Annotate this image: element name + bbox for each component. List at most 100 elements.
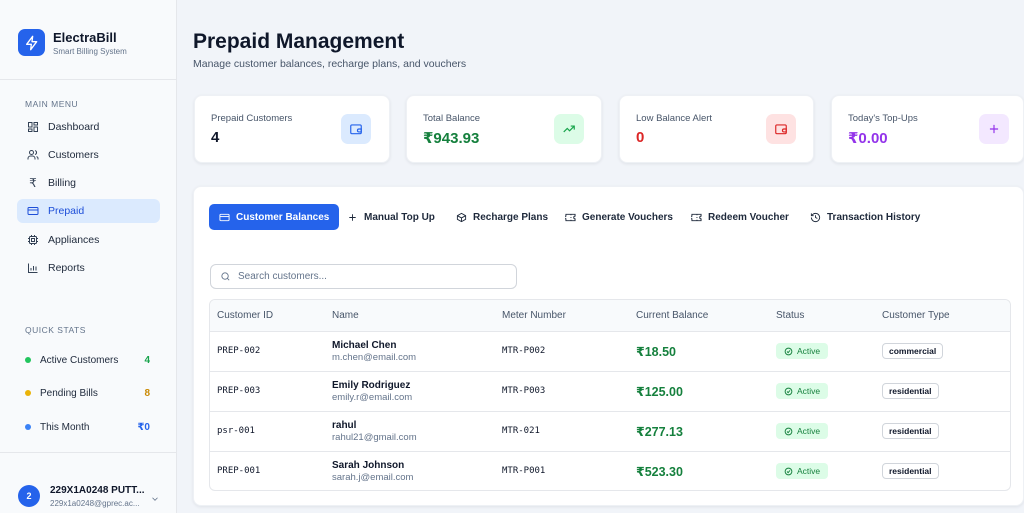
table-row[interactable]: psr-001 rahul rahul21@gmail.com MTR-021 ₹… (210, 411, 1010, 452)
tab-label: Recharge Plans (473, 211, 549, 223)
tab-redeem-voucher[interactable]: Redeem Voucher (691, 204, 789, 230)
customer-email: emily.r@email.com (332, 391, 413, 403)
sidebar: ElectraBill Smart Billing System MAIN ME… (0, 0, 177, 513)
plus-icon (979, 114, 1009, 144)
table-row[interactable]: PREP-002 Michael Chen m.chen@email.com MT… (210, 331, 1010, 372)
balance-cell: ₹277.13 (629, 411, 769, 452)
wallet-icon (766, 114, 796, 144)
stat-card-value: 4 (211, 129, 220, 146)
customer-id: PREP-002 (210, 331, 325, 372)
ticket-icon (691, 212, 702, 223)
customer-id: PREP-003 (210, 371, 325, 412)
status-badge: Active (776, 423, 829, 439)
stat-card-label: Today's Top-Ups (848, 113, 918, 124)
status-text: Active (797, 426, 821, 436)
status-dot (25, 390, 31, 396)
sidebar-item-label: Appliances (48, 234, 100, 246)
package-icon (456, 212, 467, 223)
quick-stat-value: 4 (144, 354, 150, 366)
search-box[interactable] (210, 264, 517, 289)
brand-title: ElectraBill (53, 30, 117, 45)
table-header-row: Customer ID Name Meter Number Current Ba… (210, 300, 1010, 332)
current-balance: ₹18.50 (636, 344, 676, 359)
sidebar-item-reports[interactable]: Reports (17, 256, 160, 280)
chevron-down-icon[interactable] (150, 491, 160, 509)
balance-cell: ₹523.30 (629, 451, 769, 490)
sidebar-item-label: Billing (48, 177, 77, 189)
table-row[interactable]: PREP-003 Emily Rodriguez emily.r@email.co… (210, 371, 1010, 412)
customer-type-badge: residential (882, 423, 939, 439)
quick-stat-pending-bills: Pending Bills 8 (25, 385, 150, 401)
status-badge: Active (776, 463, 829, 480)
type-cell: residential (875, 411, 1010, 452)
sidebar-item-customers[interactable]: Customers (17, 143, 160, 167)
bar-chart-icon (26, 261, 40, 275)
stat-card-label: Total Balance (423, 113, 481, 124)
quick-stat-label: Pending Bills (40, 387, 98, 399)
quick-stat-value: 8 (144, 387, 150, 399)
stat-card-value: 0 (636, 129, 645, 146)
status-badge: Active (776, 383, 829, 399)
column-header: Current Balance (629, 300, 769, 332)
tab-generate-vouchers[interactable]: Generate Vouchers (565, 204, 673, 230)
current-balance: ₹125.00 (636, 384, 683, 399)
tab-label: Customer Balances (236, 211, 330, 223)
status-badge: Active (776, 343, 829, 359)
tab-manual-top-up[interactable]: Manual Top Up (347, 204, 435, 230)
customer-name-cell: rahul rahul21@gmail.com (325, 411, 495, 452)
customer-email: sarah.j@email.com (332, 471, 414, 483)
customer-type-badge: residential (882, 463, 939, 480)
column-header: Meter Number (495, 300, 629, 332)
check-circle-icon (784, 387, 793, 396)
customer-name: rahul (332, 419, 357, 431)
sidebar-item-label: Reports (48, 262, 85, 274)
stat-card-total-balance: Total Balance ₹943.93 (406, 95, 602, 163)
current-balance: ₹523.30 (636, 464, 683, 479)
balance-cell: ₹18.50 (629, 331, 769, 372)
status-cell: Active (769, 451, 875, 490)
meter-number: MTR-P003 (495, 371, 629, 412)
status-cell: Active (769, 411, 875, 452)
stat-card-prepaid-customers: Prepaid Customers 4 (194, 95, 390, 163)
history-icon (810, 212, 821, 223)
tab-label: Redeem Voucher (708, 211, 789, 223)
lightning-bolt-icon (18, 29, 45, 56)
grid-icon (26, 120, 40, 134)
sidebar-item-prepaid[interactable]: Prepaid (17, 199, 160, 223)
status-text: Active (797, 346, 821, 356)
check-circle-icon (784, 427, 793, 436)
customer-email: m.chen@email.com (332, 351, 417, 363)
quick-stat-label: This Month (40, 421, 90, 433)
current-balance: ₹277.13 (636, 424, 683, 439)
customer-name-cell: Sarah Johnson sarah.j@email.com (325, 451, 495, 490)
stat-card-value: ₹943.93 (423, 130, 480, 147)
table-row[interactable]: PREP-001 Sarah Johnson sarah.j@email.com … (210, 451, 1010, 490)
credit-card-icon (219, 212, 230, 223)
stat-card-label: Prepaid Customers (211, 113, 293, 124)
check-circle-icon (784, 467, 793, 476)
customer-name: Sarah Johnson (332, 459, 405, 471)
plus-icon (347, 212, 358, 223)
avatar: 2 (18, 485, 40, 507)
sidebar-item-dashboard[interactable]: Dashboard (17, 115, 160, 139)
quick-stat-value: ₹0 (137, 421, 150, 433)
customer-name-cell: Emily Rodriguez emily.r@email.com (325, 371, 495, 412)
status-dot (25, 357, 31, 363)
user-email: 229x1a0248@gprec.ac... (50, 499, 140, 508)
tab-transaction-history[interactable]: Transaction History (810, 204, 920, 230)
type-cell: residential (875, 371, 1010, 412)
rupee-icon: ₹ (29, 176, 37, 190)
sidebar-item-label: Customers (48, 149, 99, 161)
tab-recharge-plans[interactable]: Recharge Plans (456, 204, 548, 230)
customer-name: Emily Rodriguez (332, 379, 411, 391)
column-header: Status (769, 300, 875, 332)
sidebar-item-label: Dashboard (48, 121, 100, 133)
status-cell: Active (769, 331, 875, 372)
column-header: Name (325, 300, 495, 332)
search-input[interactable] (238, 271, 508, 282)
user-menu[interactable]: 2 229X1A0248 PUTT... 229x1a0248@gprec.ac… (0, 452, 177, 513)
tab-customer-balances[interactable]: Customer Balances (209, 204, 340, 230)
sidebar-item-appliances[interactable]: Appliances (17, 228, 160, 252)
sidebar-item-billing[interactable]: ₹ Billing (17, 171, 160, 195)
customer-name-cell: Michael Chen m.chen@email.com (325, 331, 495, 372)
